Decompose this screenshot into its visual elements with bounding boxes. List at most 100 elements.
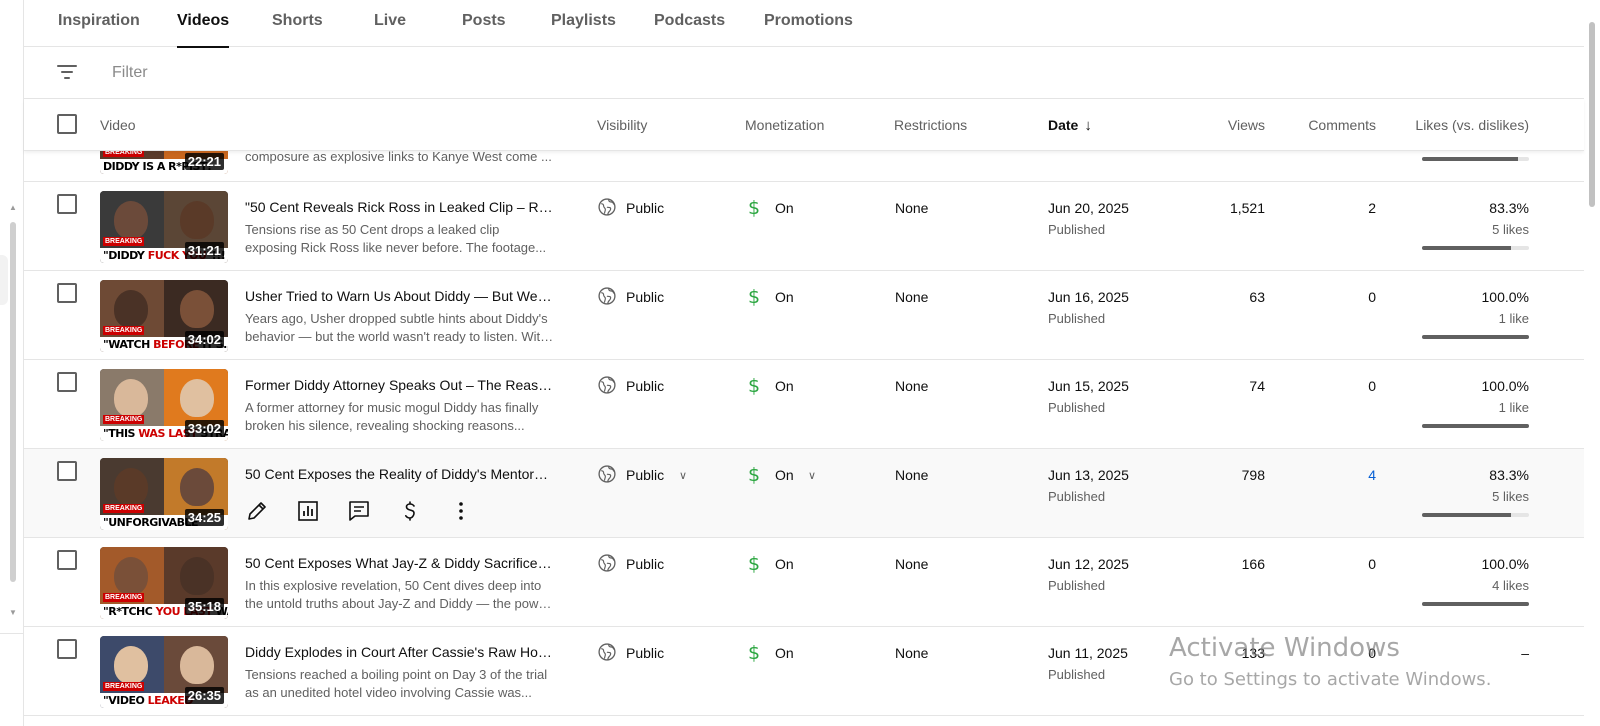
views-count: 63 <box>1249 289 1265 305</box>
table-row[interactable]: BREAKING "R*TCHC YOU LAST WARNED" 35:18 … <box>24 538 1584 627</box>
tab-shorts[interactable]: Shorts <box>272 0 323 47</box>
comments-count: 2 <box>1368 200 1376 216</box>
filter-icon[interactable] <box>57 64 77 80</box>
column-date[interactable]: Date ↓ <box>1048 117 1092 134</box>
restrictions-value: None <box>895 556 929 572</box>
video-title[interactable]: "50 Cent Reveals Rick Ross in Leaked Cli… <box>245 199 555 215</box>
dollar-icon: $ <box>748 197 761 219</box>
page-scroll-thumb[interactable] <box>1589 22 1595 207</box>
comments-count[interactable]: 4 <box>1368 467 1376 483</box>
more-options-icon[interactable] <box>449 499 473 523</box>
video-description: A former attorney for music mogul Diddy … <box>245 399 555 435</box>
rail-scroll-down-icon[interactable]: ▼ <box>9 608 17 617</box>
pencil-icon[interactable] <box>245 499 269 523</box>
tab-inspiration[interactable]: Inspiration <box>58 0 140 47</box>
likes-count: 1 like <box>1498 400 1529 415</box>
column-visibility: Visibility <box>597 117 648 133</box>
rail-scroll-thumb[interactable] <box>10 222 16 582</box>
left-rail: ▲ ▼ <box>0 0 24 726</box>
analytics-icon[interactable] <box>296 499 320 523</box>
likes-count: 5 likes <box>1492 489 1529 504</box>
column-comments[interactable]: Comments <box>1308 117 1376 133</box>
row-checkbox[interactable] <box>57 639 77 659</box>
activate-windows-watermark: Activate Windows Go to Settings to activ… <box>1169 633 1491 690</box>
table-row[interactable]: BREAKING "DIDDY FUCK YOU"!!! 31:21 "50 C… <box>24 182 1584 271</box>
video-thumbnail[interactable]: BREAKING "UNFORGIVABLE" 34:25 <box>100 458 228 530</box>
row-checkbox[interactable] <box>57 461 77 481</box>
description-line: Tensions reached a boiling point on Day … <box>245 667 548 682</box>
tab-playlists[interactable]: Playlists <box>551 0 616 47</box>
column-views[interactable]: Views <box>1228 117 1265 133</box>
video-title[interactable]: Usher Tried to Warn Us About Diddy — But… <box>245 288 555 304</box>
row-checkbox[interactable] <box>57 372 77 392</box>
filter-bar <box>24 47 1584 99</box>
monetization-label: On <box>775 289 794 305</box>
comments-count: 0 <box>1368 289 1376 305</box>
thumbnail-face <box>180 557 214 595</box>
row-checkbox[interactable] <box>57 283 77 303</box>
video-title[interactable]: 50 Cent Exposes the Reality of Diddy's M… <box>245 466 555 482</box>
views-count: 1,521 <box>1229 200 1265 216</box>
video-duration: 22:21 <box>184 153 224 170</box>
rail-scroll-up-icon[interactable]: ▲ <box>9 203 17 212</box>
video-duration: 34:25 <box>184 509 224 526</box>
globe-icon <box>598 287 616 305</box>
column-date-label: Date <box>1048 117 1079 133</box>
video-title[interactable]: 50 Cent Exposes What Jay-Z & Diddy Sacri… <box>245 555 555 571</box>
monetization-dropdown-chevron-icon[interactable]: ∨ <box>808 469 816 482</box>
likes-ratio-fill <box>1422 513 1512 517</box>
video-thumbnail[interactable]: BREAKING "WATCH BEFORE IT'S... 34:02 <box>100 280 228 352</box>
tab-posts[interactable]: Posts <box>462 0 506 47</box>
rail-edge <box>0 255 8 305</box>
content-tabs: Inspiration Videos Shorts Live Posts Pla… <box>24 0 1584 48</box>
thumbnail-face <box>114 468 148 506</box>
likes-percentage: 83.3% <box>1489 467 1529 483</box>
likes-percentage: 83.3% <box>1489 200 1529 216</box>
table-header: Video Visibility Monetization Restrictio… <box>24 99 1584 151</box>
breaking-label: BREAKING <box>103 682 145 691</box>
video-thumbnail[interactable]: BREAKING "THIS WAS LAST STRAW" 33:02 <box>100 369 228 441</box>
column-video: Video <box>100 117 136 133</box>
tab-videos[interactable]: Videos <box>177 0 230 48</box>
video-title[interactable]: Former Diddy Attorney Speaks Out – The R… <box>245 377 555 393</box>
publish-status: Published <box>1048 578 1106 593</box>
watermark-subtitle: Go to Settings to activate Windows. <box>1169 669 1492 690</box>
table-row[interactable]: BREAKING DIDDY IS A R*PIST! 22:21 compos… <box>24 151 1584 182</box>
video-thumbnail[interactable]: BREAKING DIDDY IS A R*PIST! 22:21 <box>100 151 228 174</box>
tab-podcasts[interactable]: Podcasts <box>654 0 725 47</box>
tab-promotions[interactable]: Promotions <box>764 0 853 47</box>
row-checkbox[interactable] <box>57 194 77 214</box>
rail-divider <box>0 633 24 634</box>
column-likes[interactable]: Likes (vs. dislikes) <box>1415 117 1529 133</box>
filter-input[interactable] <box>112 60 612 86</box>
video-title[interactable]: Diddy Explodes in Court After Cassie's R… <box>245 644 555 660</box>
watermark-title: Activate Windows <box>1169 633 1400 663</box>
description-line: the untold truths about Jay-Z and Diddy … <box>245 596 555 611</box>
video-description: Tensions reached a boiling point on Day … <box>245 666 555 702</box>
table-row[interactable]: BREAKING "WATCH BEFORE IT'S... 34:02 Ush… <box>24 271 1584 360</box>
tab-live[interactable]: Live <box>374 0 406 47</box>
column-monetization: Monetization <box>745 117 825 133</box>
select-all-checkbox[interactable] <box>57 114 77 134</box>
video-description: Tensions rise as 50 Cent drops a leaked … <box>245 221 555 257</box>
video-description: In this explosive revelation, 50 Cent di… <box>245 577 555 613</box>
table-row[interactable]: BREAKING "UNFORGIVABLE" 34:25 50 Cent Ex… <box>24 449 1584 538</box>
page-scrollbar[interactable] <box>1584 0 1600 726</box>
likes-ratio-bar <box>1422 246 1529 250</box>
monetization-icon[interactable] <box>398 499 422 523</box>
breaking-label: BREAKING <box>103 326 145 335</box>
row-checkbox[interactable] <box>57 550 77 570</box>
publish-status: Published <box>1048 667 1106 682</box>
publish-status: Published <box>1048 222 1106 237</box>
visibility-dropdown-chevron-icon[interactable]: ∨ <box>679 469 687 482</box>
video-thumbnail[interactable]: BREAKING "R*TCHC YOU LAST WARNED" 35:18 <box>100 547 228 619</box>
video-thumbnail[interactable]: BREAKING "DIDDY FUCK YOU"!!! 31:21 <box>100 191 228 263</box>
table-row[interactable]: BREAKING "THIS WAS LAST STRAW" 33:02 For… <box>24 360 1584 449</box>
likes-percentage: 100.0% <box>1481 378 1529 394</box>
views-count: 166 <box>1241 556 1265 572</box>
monetization-label: On <box>775 645 794 661</box>
thumbnail-face <box>180 468 214 506</box>
comments-icon[interactable] <box>347 499 371 523</box>
likes-ratio-fill <box>1422 424 1529 428</box>
video-thumbnail[interactable]: BREAKING "VIDEO LEAKED" 26:35 <box>100 636 228 708</box>
